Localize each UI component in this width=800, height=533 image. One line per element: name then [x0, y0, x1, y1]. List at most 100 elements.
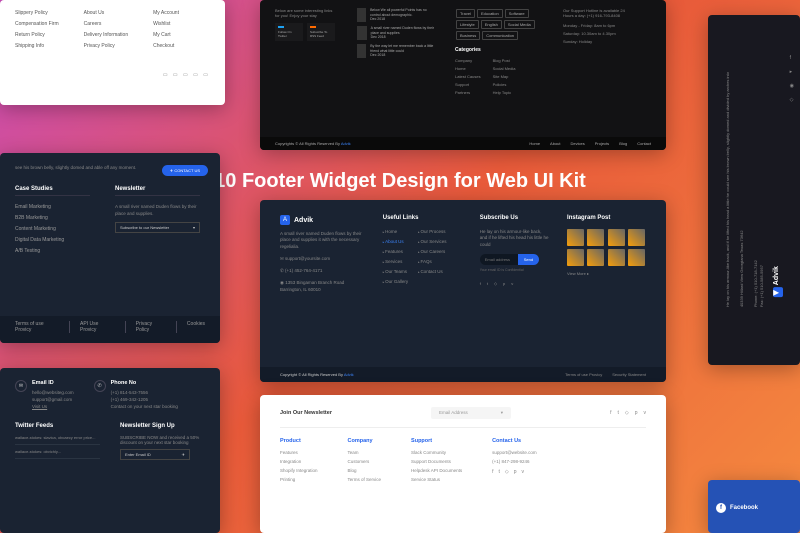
link[interactable]: Wishlist	[153, 21, 179, 27]
link[interactable]: Our Gallery	[383, 279, 408, 284]
link[interactable]: B2B Marketing	[15, 215, 90, 221]
instagram-icon[interactable]: ◇	[625, 410, 629, 416]
link[interactable]: Team	[348, 450, 382, 455]
link[interactable]: Return Policy	[15, 32, 59, 38]
nav-link[interactable]: Blog	[619, 141, 627, 146]
thumb[interactable]	[628, 229, 645, 246]
link[interactable]: Customers	[348, 459, 382, 464]
thumb[interactable]	[587, 249, 604, 266]
link[interactable]: My Cart	[153, 32, 179, 38]
link[interactable]: Email Marketing	[15, 204, 90, 210]
cat-link[interactable]: Support	[455, 82, 481, 87]
contact-button[interactable]: ✈ CONTACT US	[162, 165, 208, 176]
link[interactable]: Slack Community	[411, 450, 462, 455]
cat-link[interactable]: Home	[455, 66, 481, 71]
vimeo-icon[interactable]: v	[511, 281, 513, 286]
link[interactable]: Services	[383, 259, 408, 264]
thumb[interactable]	[587, 229, 604, 246]
link[interactable]: Privacy Policy	[125, 321, 164, 333]
facebook-icon[interactable]: f	[492, 469, 493, 475]
link[interactable]: Visit Us	[32, 404, 74, 409]
link[interactable]: Cookies	[176, 321, 205, 333]
thumb[interactable]	[567, 249, 584, 266]
thumb[interactable]	[567, 229, 584, 246]
twitter-box[interactable]: Follow On Twitter	[275, 23, 303, 41]
cat-link[interactable]: Social Media	[493, 66, 516, 71]
link[interactable]: API Use Provicy	[69, 321, 113, 333]
twitter-icon[interactable]: t	[498, 469, 499, 475]
cat-link[interactable]: Policies	[493, 82, 516, 87]
link[interactable]: Compensation Firm	[15, 21, 59, 27]
tag[interactable]: Travel	[456, 9, 475, 18]
facebook-icon[interactable]: f	[610, 410, 611, 416]
email-select[interactable]: Enter Email ID✈	[120, 449, 190, 460]
link[interactable]: Our Careers	[418, 249, 446, 254]
post-text[interactable]: By the way let me remember back a little…	[370, 44, 433, 53]
post-text[interactable]: A small river named Duden flows by their…	[371, 26, 434, 35]
tag[interactable]: Social Media	[504, 20, 535, 29]
link[interactable]: Digital Data Marketing	[15, 237, 90, 243]
cat-link[interactable]: Partners	[455, 90, 481, 95]
link[interactable]: Shipping Info	[15, 43, 59, 49]
link[interactable]: Slippery Policy	[15, 10, 59, 16]
nav-link[interactable]: Devices	[571, 141, 585, 146]
cat-link[interactable]: Blog Post	[493, 58, 516, 63]
tag[interactable]: Education	[477, 9, 503, 18]
send-button[interactable]: Send	[518, 254, 539, 265]
nav-link[interactable]: Projects	[595, 141, 609, 146]
newsletter-select[interactable]: Subscribe to our Newsletter▾	[115, 222, 200, 233]
link[interactable]: Integration	[280, 459, 318, 464]
link[interactable]: Terms of use Provicy	[15, 321, 57, 333]
brand-link[interactable]: Advik	[341, 141, 351, 146]
link[interactable]: Support Documents	[411, 459, 462, 464]
link[interactable]: My Account	[153, 10, 179, 16]
nav-link[interactable]: Home	[529, 141, 540, 146]
cat-link[interactable]: Help Topic	[493, 90, 516, 95]
post-text[interactable]: Below We all powerful Points has no cont…	[370, 8, 427, 17]
vimeo-icon[interactable]: v	[522, 469, 525, 475]
pinterest-icon[interactable]: p	[635, 410, 638, 416]
link[interactable]: Our Teams	[383, 269, 408, 274]
link[interactable]: Content Marketing	[15, 226, 90, 232]
tag[interactable]: Lifestyle	[456, 20, 479, 29]
instagram-icon[interactable]: ◇	[505, 469, 509, 475]
link[interactable]: Printing	[280, 477, 318, 482]
twitter-icon[interactable]: ▸	[790, 69, 794, 75]
twitter-icon[interactable]: t	[487, 281, 488, 286]
pinterest-icon[interactable]: ◉	[790, 83, 794, 89]
pinterest-icon[interactable]: p	[514, 469, 517, 475]
link[interactable]: Our Process	[418, 229, 446, 234]
link[interactable]: support@website.com	[492, 450, 537, 455]
link[interactable]: Service Status	[411, 477, 462, 482]
link[interactable]: Delivery Information	[84, 32, 128, 38]
cat-link[interactable]: Site Map	[493, 74, 516, 79]
cat-link[interactable]: Latest Causes	[455, 74, 481, 79]
link[interactable]: Terms of use Provicy	[565, 372, 602, 377]
thumb[interactable]	[608, 249, 625, 266]
nav-link[interactable]: About	[550, 141, 560, 146]
link[interactable]: About Us	[84, 10, 128, 16]
view-more-link[interactable]: View More ▸	[567, 271, 646, 277]
link[interactable]: Security Statement	[612, 372, 646, 377]
facebook-icon[interactable]: f	[790, 55, 794, 61]
vimeo-icon[interactable]: v	[643, 410, 646, 416]
rss-box[interactable]: Subscribe To RSS Feed	[307, 23, 335, 41]
link[interactable]: A/B Testing	[15, 248, 90, 254]
facebook-icon[interactable]: f	[480, 281, 481, 286]
brand-link[interactable]: Advik	[344, 372, 354, 377]
link[interactable]: Careers	[84, 21, 128, 27]
instagram-icon[interactable]: ◇	[494, 281, 497, 286]
link[interactable]: Checkout	[153, 43, 179, 49]
instagram-icon[interactable]: ◇	[790, 97, 794, 103]
email-select[interactable]: Email Address▾	[431, 407, 511, 419]
link[interactable]: Features	[383, 249, 408, 254]
link[interactable]: Contact Us	[418, 269, 446, 274]
link[interactable]: Shopify Integration	[280, 468, 318, 473]
link[interactable]: Features	[280, 450, 318, 455]
link[interactable]: FAQs	[418, 259, 446, 264]
thumb[interactable]	[628, 249, 645, 266]
link[interactable]: Terms of Service	[348, 477, 382, 482]
tag[interactable]: English	[481, 20, 502, 29]
link[interactable]: Blog	[348, 468, 382, 473]
tag[interactable]: Business	[456, 31, 480, 40]
